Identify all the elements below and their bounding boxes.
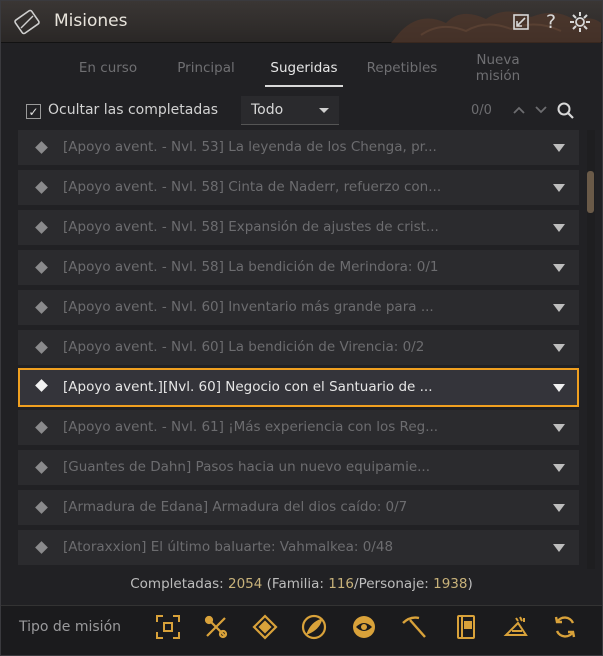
- quest-row[interactable]: [Apoyo avent. - Nvl. 58] La bendición de…: [18, 250, 579, 285]
- diamond-icon: [35, 341, 48, 354]
- quest-list: [Apoyo avent. - Nvl. 53] La leyenda de l…: [18, 130, 580, 569]
- expand-arrow-icon[interactable]: [553, 264, 565, 272]
- expand-arrow-icon[interactable]: [553, 144, 565, 152]
- diamond-icon: [35, 221, 48, 234]
- dropdown-value: Todo: [251, 102, 284, 118]
- book-icon[interactable]: [451, 612, 481, 642]
- filter-row: ✓ Ocultar las completadas Todo 0/0: [1, 96, 602, 128]
- expand-arrow-icon[interactable]: [553, 384, 565, 392]
- compass-icon[interactable]: [250, 612, 280, 642]
- quest-scroll-icon: [14, 9, 40, 35]
- completion-stats: Completadas: 2054 (Familia: 116/Personaj…: [130, 576, 473, 592]
- diamond-icon: [35, 501, 48, 514]
- dropdown-arrow-icon: [319, 108, 329, 113]
- refresh-icon[interactable]: [550, 612, 580, 642]
- title-bar[interactable]: Misiones ?: [1, 1, 602, 43]
- help-icon: ?: [545, 11, 557, 33]
- expand-arrow-icon[interactable]: [553, 424, 565, 432]
- diamond-icon: [35, 261, 48, 274]
- quest-row[interactable]: [Apoyo avent. - Nvl. 60] La bendición de…: [18, 330, 579, 365]
- pickaxe-icon[interactable]: [399, 612, 429, 642]
- diamond-icon: [35, 141, 48, 154]
- expand-arrow-icon[interactable]: [553, 544, 565, 552]
- hide-completed-label[interactable]: Ocultar las completadas: [48, 102, 218, 118]
- popout-icon: [513, 14, 529, 30]
- quest-row[interactable]: [Atoraxxion] El último baluarte: Vahmalk…: [18, 530, 579, 565]
- quest-filter-dropdown[interactable]: Todo: [241, 96, 339, 125]
- gear-icon: [570, 12, 590, 32]
- expand-arrow-icon[interactable]: [553, 504, 565, 512]
- expand-arrow-icon[interactable]: [553, 224, 565, 232]
- settings-button[interactable]: [568, 10, 592, 34]
- chevron-up-icon: [513, 106, 525, 114]
- quest-type-bar: Tipo de misión: [1, 605, 602, 655]
- quest-row[interactable]: [Apoyo avent. - Nvl. 60] Inventario más …: [18, 290, 579, 325]
- quest-window: Misiones ? En curso Principal Sugeridas …: [0, 0, 603, 656]
- diamond-icon: [35, 301, 48, 314]
- expand-arrow-icon[interactable]: [553, 344, 565, 352]
- diamond-icon: [35, 541, 48, 554]
- expand-arrow-icon[interactable]: [553, 304, 565, 312]
- search-icon: [557, 102, 574, 119]
- diamond-icon: [35, 379, 48, 392]
- search-result-count: 0/0: [471, 103, 492, 118]
- target-icon[interactable]: [153, 612, 183, 642]
- next-result-button[interactable]: [533, 102, 549, 118]
- tab-en-curso[interactable]: En curso: [63, 44, 153, 92]
- quest-type-label: Tipo de misión: [19, 619, 122, 635]
- help-button[interactable]: ?: [539, 10, 563, 34]
- quest-row[interactable]: [Apoyo avent. - Nvl. 53] La leyenda de l…: [18, 130, 579, 165]
- quest-row[interactable]: [Guantes de Dahn] Pasos hacia un nuevo e…: [18, 450, 579, 485]
- quest-row[interactable]: [Apoyo avent. - Nvl. 61] ¡Más experienci…: [18, 410, 579, 445]
- tools-icon[interactable]: [201, 612, 231, 642]
- quest-row[interactable]: [Apoyo avent. - Nvl. 58] Cinta de Naderr…: [18, 170, 579, 205]
- tab-nueva-mision[interactable]: Nueva misión: [453, 44, 543, 92]
- diamond-icon: [35, 461, 48, 474]
- expand-arrow-icon[interactable]: [553, 184, 565, 192]
- tab-bar: En curso Principal Sugeridas Repetibles …: [1, 44, 602, 94]
- tab-repetibles[interactable]: Repetibles: [357, 44, 447, 92]
- chevron-down-icon: [535, 106, 547, 114]
- scrollbar-thumb[interactable]: [587, 171, 594, 213]
- prev-result-button[interactable]: [511, 102, 527, 118]
- diamond-icon: [35, 421, 48, 434]
- tab-sugeridas[interactable]: Sugeridas: [259, 44, 349, 92]
- search-button[interactable]: [556, 101, 576, 121]
- orb-icon[interactable]: [349, 612, 379, 642]
- tab-principal[interactable]: Principal: [161, 44, 251, 92]
- quest-row[interactable]: [Armadura de Edana] Armadura del dios ca…: [18, 490, 579, 525]
- popout-button[interactable]: [509, 10, 533, 34]
- window-title: Misiones: [54, 11, 128, 31]
- horn-icon[interactable]: [501, 612, 531, 642]
- quest-row[interactable]: [Apoyo avent. - Nvl. 58] Expansión de aj…: [18, 210, 579, 245]
- diamond-icon: [35, 181, 48, 194]
- hide-completed-checkbox[interactable]: ✓: [26, 104, 41, 119]
- expand-arrow-icon[interactable]: [553, 464, 565, 472]
- feather-icon[interactable]: [299, 612, 329, 642]
- quest-row-selected[interactable]: [Apoyo avent.][Nvl. 60] Negocio con el S…: [18, 368, 579, 407]
